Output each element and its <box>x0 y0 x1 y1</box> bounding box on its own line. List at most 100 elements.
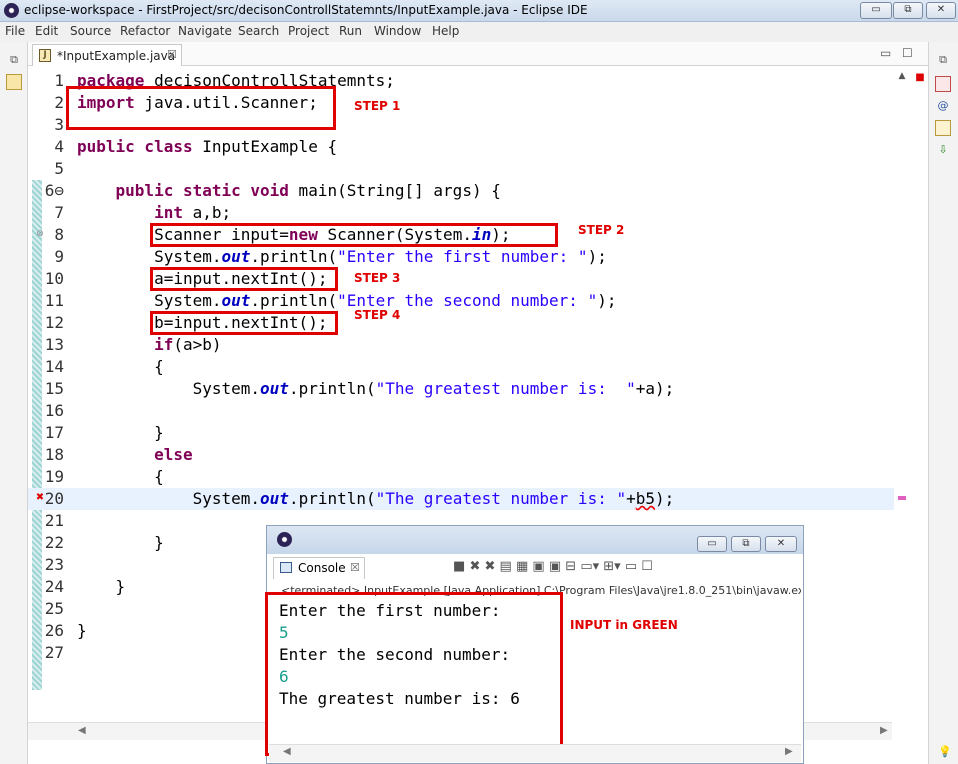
minimize-button[interactable]: ▭ <box>860 2 892 19</box>
menu-window[interactable]: Window <box>374 24 421 38</box>
overview-error-icon: ■ <box>915 72 925 83</box>
code-line[interactable]: 15 System.out.println("The greatest numb… <box>28 378 894 400</box>
menu-run[interactable]: Run <box>339 24 362 38</box>
scroll-right-icon[interactable]: ▶ <box>880 725 888 736</box>
scroll-up-icon[interactable]: ▲ <box>894 68 910 84</box>
tab-input-example[interactable]: J *InputExample.java ☒ <box>32 44 182 66</box>
show-on-output-icon[interactable]: ▣ <box>532 559 544 574</box>
editor-vertical-scrollbar[interactable]: ▲ <box>894 66 910 722</box>
show-on-error-icon[interactable]: ▣ <box>549 559 561 574</box>
error-overview-marker[interactable] <box>898 496 906 500</box>
code-line[interactable]: 13 if(a>b) <box>28 334 894 356</box>
code-token: out <box>260 379 289 398</box>
console-scroll-right-icon[interactable]: ▶ <box>785 746 793 757</box>
lightbulb-icon[interactable]: 💡 <box>937 744 953 760</box>
code-token: } <box>77 533 164 552</box>
code-line[interactable]: 9 System.out.println("Enter the first nu… <box>28 246 894 268</box>
declaration-icon[interactable] <box>935 120 951 136</box>
minimize-editor-button[interactable]: ▭ <box>880 46 891 60</box>
menu-help[interactable]: Help <box>432 24 459 38</box>
line-number: 10 <box>44 269 64 288</box>
menu-bar: File Edit Source Refactor Navigate Searc… <box>0 22 958 42</box>
javadoc-icon[interactable]: @ <box>935 98 951 114</box>
download-icon[interactable]: ⇩ <box>935 142 951 158</box>
console-restore-button[interactable]: ⧉ <box>731 536 761 552</box>
scroll-left-icon[interactable]: ◀ <box>78 725 86 736</box>
code-token: a,b; <box>182 203 232 222</box>
line-number: 26 <box>44 621 64 640</box>
close-tab-icon[interactable]: ☒ <box>167 48 177 61</box>
code-token: public class <box>77 137 193 156</box>
step3-highlight-box <box>150 267 338 291</box>
code-line[interactable]: 11 System.out.println("Enter the second … <box>28 290 894 312</box>
remove-launch-icon[interactable]: ✖ <box>469 559 480 574</box>
menu-refactor[interactable]: Refactor <box>120 24 170 38</box>
word-wrap-icon[interactable]: ▦ <box>516 559 528 574</box>
console-window: ▭ ⧉ ✕ Console ☒ ■ ✖ ✖ ▤ ▦ ▣ ▣ ⊟ ▭▾ ⊞▾ ▭ … <box>265 525 804 764</box>
code-token: + <box>626 489 636 508</box>
console-maximize-view-icon[interactable]: ☐ <box>641 559 653 574</box>
line-text: int a,b; <box>77 202 231 224</box>
menu-edit[interactable]: Edit <box>35 24 58 38</box>
menu-search[interactable]: Search <box>238 24 279 38</box>
restore-view-icon-right[interactable]: ⧉ <box>935 52 951 68</box>
console-close-button[interactable]: ✕ <box>765 536 797 552</box>
line-text: System.out.println("Enter the second num… <box>77 290 616 312</box>
terminate-icon[interactable]: ■ <box>453 559 465 574</box>
step1-label: STEP 1 <box>354 99 401 113</box>
code-line[interactable]: 20 System.out.println("The greatest numb… <box>28 488 894 510</box>
line-number: 24 <box>44 577 64 596</box>
line-text: System.out.println("The greatest number … <box>77 488 675 510</box>
code-token: { <box>77 357 164 376</box>
display-console-icon[interactable]: ▭▾ <box>580 559 599 574</box>
maximize-editor-button[interactable]: ☐ <box>902 46 913 60</box>
pin-console-icon[interactable]: ⊟ <box>565 559 576 574</box>
console-minimize-view-icon[interactable]: ▭ <box>625 559 637 574</box>
console-scroll-left-icon[interactable]: ◀ <box>283 746 291 757</box>
menu-navigate[interactable]: Navigate <box>178 24 232 38</box>
code-token: InputExample { <box>192 137 338 156</box>
console-minimize-button[interactable]: ▭ <box>697 536 727 552</box>
tab-console[interactable]: Console ☒ <box>273 557 365 579</box>
code-token: +a); <box>635 379 675 398</box>
package-explorer-icon[interactable] <box>6 74 22 90</box>
menu-project[interactable]: Project <box>288 24 329 38</box>
line-text: else <box>77 444 193 466</box>
code-line[interactable]: 14 { <box>28 356 894 378</box>
code-token: "Enter the first number: " <box>337 247 588 266</box>
scroll-lock-icon[interactable]: ▤ <box>500 559 512 574</box>
close-window-button[interactable]: ✕ <box>926 2 956 19</box>
code-line[interactable]: 17 } <box>28 422 894 444</box>
code-line[interactable]: 4 public class InputExample { <box>28 136 894 158</box>
line-number: 19 <box>44 467 64 486</box>
code-line[interactable]: 16 <box>28 400 894 422</box>
line-text: { <box>77 466 164 488</box>
menu-file[interactable]: File <box>5 24 25 38</box>
code-line[interactable]: 7 int a,b; <box>28 202 894 224</box>
console-horizontal-scrollbar[interactable]: ◀ ▶ <box>269 744 801 762</box>
outline-icon[interactable] <box>935 76 951 92</box>
restore-view-icon[interactable]: ⧉ <box>6 52 22 68</box>
remove-all-icon[interactable]: ✖ <box>484 559 495 574</box>
console-output-highlight-box <box>265 592 563 756</box>
code-token: System. <box>77 379 261 398</box>
code-token: out <box>221 291 251 310</box>
code-token: ); <box>597 291 617 310</box>
close-console-tab-icon[interactable]: ☒ <box>350 561 360 574</box>
code-token: ); <box>587 247 607 266</box>
menu-source[interactable]: Source <box>70 24 111 38</box>
line-number: 23 <box>44 555 64 574</box>
code-line[interactable]: 18 else <box>28 444 894 466</box>
code-line[interactable]: 5 <box>28 158 894 180</box>
code-line[interactable]: 6⊖ public static void main(String[] args… <box>28 180 894 202</box>
open-console-icon[interactable]: ⊞▾ <box>603 559 620 574</box>
line-number: 11 <box>44 291 64 310</box>
line-number: 3 <box>54 115 64 134</box>
line-number: 25 <box>44 599 64 618</box>
code-line[interactable]: 19 { <box>28 466 894 488</box>
error-marker-icon[interactable]: ✖ <box>32 490 48 506</box>
line-number: 22 <box>44 533 64 552</box>
restore-button[interactable]: ⧉ <box>893 2 923 19</box>
